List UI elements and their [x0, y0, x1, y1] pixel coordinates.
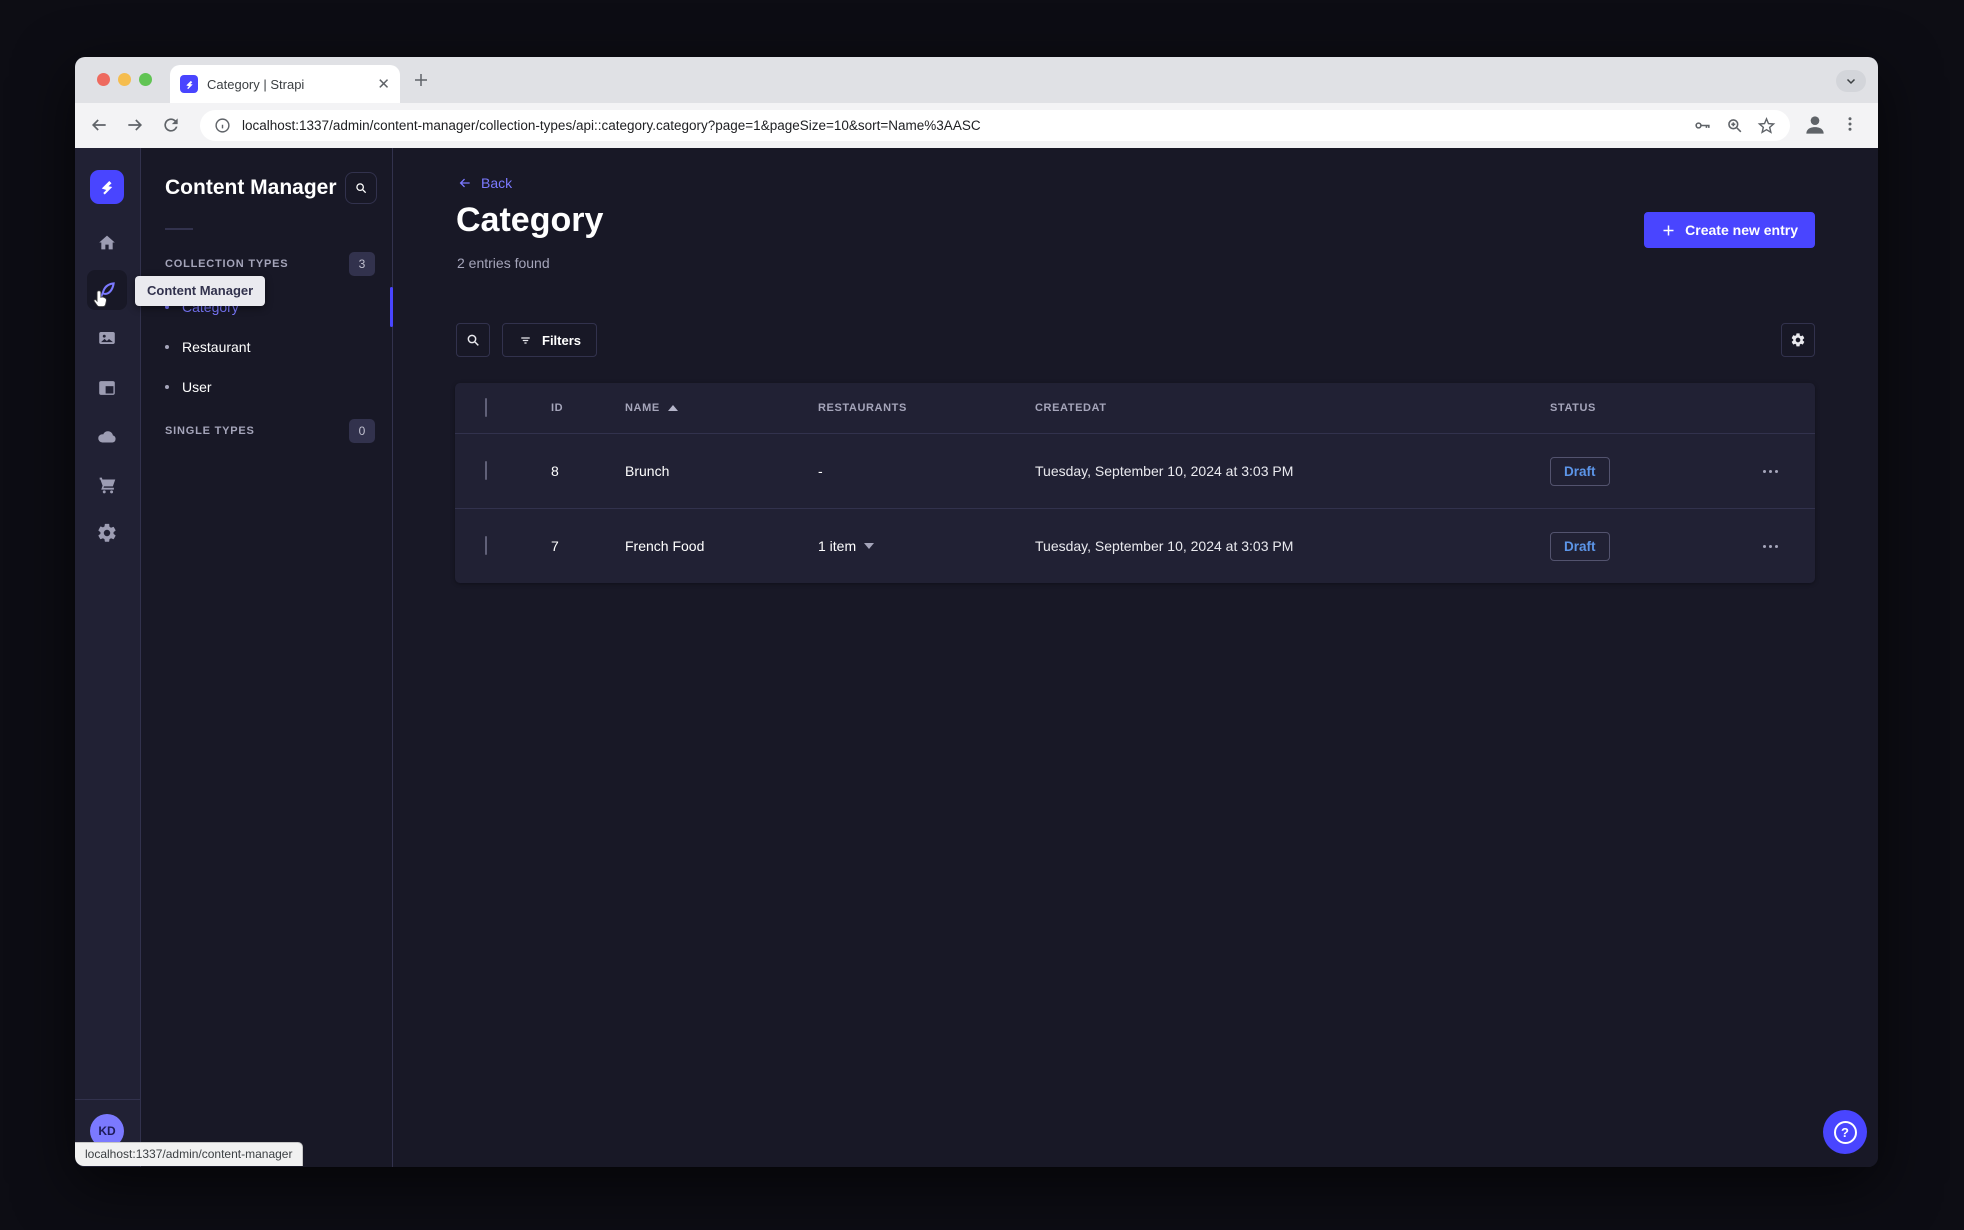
browser-profile-icon[interactable] — [1802, 112, 1828, 138]
sidebar-item-media-library[interactable] — [87, 318, 127, 358]
row-checkbox[interactable] — [485, 461, 487, 480]
zoom-in-icon[interactable] — [1725, 116, 1744, 135]
sidebar-item-content-type-builder[interactable] — [87, 368, 127, 408]
sidebar-item-marketplace[interactable] — [87, 465, 127, 505]
sidebar-item-home[interactable] — [87, 223, 127, 263]
cell-name: Brunch — [625, 463, 670, 479]
bullet-icon — [165, 385, 169, 389]
password-key-icon[interactable] — [1693, 116, 1712, 135]
single-types-label: SINGLE TYPES — [165, 425, 255, 437]
filters-label: Filters — [542, 332, 582, 348]
subnav-title: Content Manager — [165, 176, 337, 199]
tab-title: Category | Strapi — [207, 76, 305, 92]
subnav-item-user[interactable]: User — [165, 371, 380, 403]
bullet-icon — [165, 345, 169, 349]
collection-types-badge: 3 — [349, 252, 375, 276]
traffic-light-zoom[interactable] — [139, 73, 152, 86]
strapi-favicon-icon — [180, 75, 198, 93]
cell-id: 8 — [551, 463, 559, 479]
table-row[interactable]: 8 Brunch - Tuesday, September 10, 2024 a… — [455, 433, 1815, 508]
cell-createdat: Tuesday, September 10, 2024 at 3:03 PM — [1035, 463, 1294, 479]
cell-restaurants[interactable]: 1 item — [818, 538, 1035, 554]
forward-icon[interactable] — [125, 115, 145, 135]
url-text: localhost:1337/admin/content-manager/col… — [242, 118, 981, 133]
sort-ascending-icon — [667, 405, 678, 411]
collection-types-label: COLLECTION TYPES — [165, 258, 289, 270]
column-header-createdat[interactable]: CREATEDAT — [1035, 402, 1550, 414]
table-settings-button[interactable] — [1781, 323, 1815, 357]
browser-toolbar: localhost:1337/admin/content-manager/col… — [75, 103, 1878, 148]
question-mark-icon: ? — [1833, 1120, 1857, 1144]
new-tab-icon[interactable] — [412, 71, 430, 89]
rail-divider — [75, 1099, 140, 1100]
traffic-light-minimize[interactable] — [118, 73, 131, 86]
back-icon[interactable] — [89, 115, 109, 135]
sidebar-item-settings[interactable] — [87, 513, 127, 553]
status-badge: Draft — [1550, 456, 1610, 486]
page-info-icon[interactable] — [214, 117, 231, 134]
chevron-down-icon — [864, 543, 875, 549]
status-badge: Draft — [1550, 531, 1610, 561]
cell-id: 7 — [551, 538, 559, 554]
row-checkbox[interactable] — [485, 536, 487, 555]
entries-count: 2 entries found — [457, 255, 550, 271]
single-types-badge: 0 — [349, 419, 375, 443]
browser-menu-icon[interactable] — [1841, 115, 1859, 135]
browser-tab-strip: Category | Strapi ✕ — [75, 57, 1878, 103]
reload-icon[interactable] — [161, 115, 181, 135]
strapi-app: KD Content Manager COLLECTION TYPES 3 Ca… — [75, 148, 1878, 1167]
browser-window: Category | Strapi ✕ localhost:1337/admin… — [75, 57, 1878, 1167]
search-icon — [467, 334, 479, 346]
row-actions-menu-icon[interactable] — [1762, 544, 1778, 548]
create-new-entry-button[interactable]: Create new entry — [1644, 212, 1815, 248]
tab-close-icon[interactable]: ✕ — [377, 77, 390, 92]
column-header-status[interactable]: STATUS — [1550, 402, 1745, 414]
strapi-logo[interactable] — [90, 170, 124, 204]
plus-icon — [1663, 225, 1674, 235]
filter-icon — [521, 336, 530, 344]
page-title: Category — [456, 201, 604, 239]
table-row[interactable]: 7 French Food 1 item Tuesday, September … — [455, 508, 1815, 583]
select-all-checkbox[interactable] — [485, 398, 487, 417]
arrow-left-icon — [459, 178, 470, 188]
cell-name: French Food — [625, 538, 705, 554]
subnav-item-restaurant[interactable]: Restaurant — [165, 331, 380, 363]
subnav-divider — [165, 228, 193, 230]
bookmark-star-icon[interactable] — [1757, 116, 1776, 135]
row-actions-menu-icon[interactable] — [1762, 469, 1778, 473]
browser-tab[interactable]: Category | Strapi ✕ — [170, 65, 400, 103]
create-button-label: Create new entry — [1685, 222, 1798, 238]
column-header-name[interactable]: NAME — [625, 402, 818, 414]
gear-icon — [1791, 333, 1805, 347]
column-header-restaurants[interactable]: RESTAURANTS — [818, 402, 1035, 414]
mouse-cursor-hand — [91, 288, 113, 310]
traffic-light-close[interactable] — [97, 73, 110, 86]
content-manager-tooltip: Content Manager — [135, 276, 266, 306]
sidebar-item-cloud[interactable] — [87, 417, 127, 457]
main-content: Back Category 2 entries found Create new… — [393, 148, 1878, 1167]
column-header-id[interactable]: ID — [551, 402, 625, 414]
entries-table: ID NAME RESTAURANTS CREATEDAT STATUS 8 B… — [455, 383, 1815, 583]
table-header-row: ID NAME RESTAURANTS CREATEDAT STATUS — [455, 383, 1815, 433]
subnav-search-button[interactable] — [345, 172, 377, 204]
table-search-button[interactable] — [456, 323, 490, 357]
back-link[interactable]: Back — [457, 175, 512, 191]
subnav-item-label: User — [182, 379, 212, 395]
address-bar[interactable]: localhost:1337/admin/content-manager/col… — [200, 110, 1790, 141]
back-label: Back — [481, 175, 513, 191]
cell-createdat: Tuesday, September 10, 2024 at 3:03 PM — [1035, 538, 1294, 554]
tab-search-chevron-icon[interactable] — [1836, 70, 1866, 92]
help-button[interactable]: ? — [1823, 1110, 1867, 1154]
subnav-item-label: Restaurant — [182, 339, 251, 355]
browser-status-bar: localhost:1337/admin/content-manager — [75, 1142, 304, 1166]
filters-button[interactable]: Filters — [502, 323, 598, 357]
cell-restaurants: - — [818, 463, 823, 479]
